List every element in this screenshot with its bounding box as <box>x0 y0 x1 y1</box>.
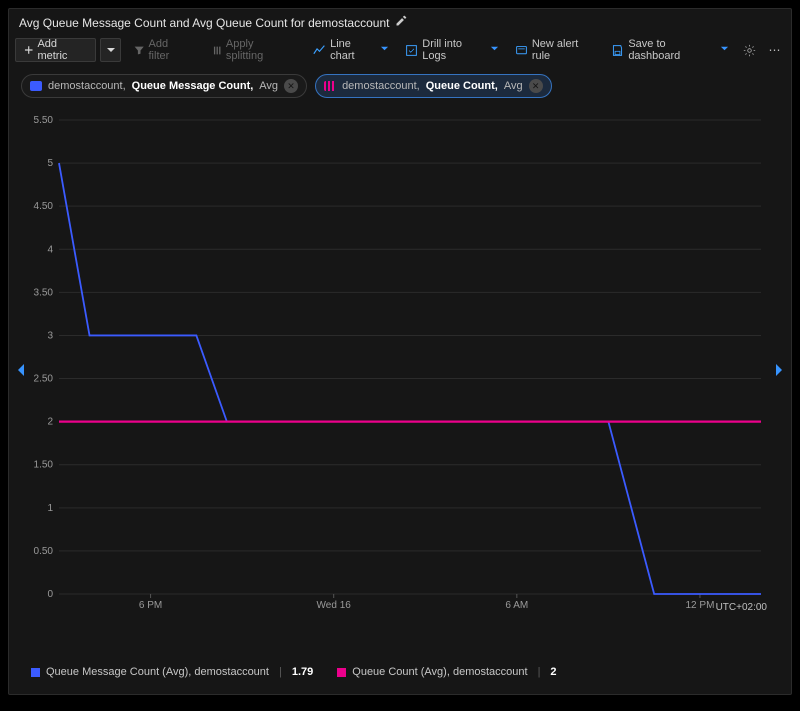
legend-item[interactable]: Queue Message Count (Avg), demostaccount… <box>31 666 313 678</box>
new-alert-button[interactable]: New alert rule <box>509 38 601 62</box>
metric-pill[interactable]: demostaccount, Queue Message Count, Avg ✕ <box>21 74 307 98</box>
timezone-label: UTC+02:00 <box>716 602 767 613</box>
panel-title-row: Avg Queue Message Count and Avg Queue Co… <box>9 9 791 34</box>
svg-text:0.50: 0.50 <box>34 546 54 557</box>
series-color-swatch-icon <box>30 81 42 91</box>
svg-text:4.50: 4.50 <box>34 201 54 212</box>
metrics-toolbar: Add metric Add filter Apply splitting Li… <box>9 34 791 66</box>
pill-metric-label: Queue Count, <box>426 80 498 92</box>
legend-value: 1.79 <box>292 666 313 678</box>
remove-pill-icon[interactable]: ✕ <box>529 79 543 93</box>
svg-text:5: 5 <box>47 158 53 169</box>
add-metric-label: Add metric <box>37 38 87 62</box>
save-dashboard-button[interactable]: Save to dashboard <box>605 38 735 62</box>
legend-item[interactable]: Queue Count (Avg), demostaccount|2 <box>337 666 556 678</box>
svg-text:1.50: 1.50 <box>34 460 54 471</box>
drill-logs-button[interactable]: Drill into Logs <box>399 38 505 62</box>
svg-text:2: 2 <box>47 417 53 428</box>
pill-account-label: demostaccount, <box>342 80 420 92</box>
pill-account-label: demostaccount, <box>48 80 126 92</box>
legend-swatch-icon <box>31 668 40 677</box>
series-color-swatch-icon <box>324 81 336 91</box>
add-filter-button[interactable]: Add filter <box>125 38 198 62</box>
svg-text:3.50: 3.50 <box>34 287 54 298</box>
legend-label: Queue Count (Avg), demostaccount <box>352 666 527 678</box>
pill-agg-label: Avg <box>259 80 278 92</box>
add-metric-dropdown[interactable] <box>100 38 121 62</box>
chart-type-label: Line chart <box>330 38 374 62</box>
svg-text:0: 0 <box>47 589 53 600</box>
chevron-down-icon <box>380 44 389 56</box>
apply-splitting-button[interactable]: Apply splitting <box>203 38 300 62</box>
settings-icon[interactable] <box>739 38 760 62</box>
chevron-down-icon <box>490 44 499 56</box>
save-dashboard-label: Save to dashboard <box>628 38 714 62</box>
panel-title: Avg Queue Message Count and Avg Queue Co… <box>19 16 389 30</box>
metric-pill[interactable]: demostaccount, Queue Count, Avg ✕ <box>315 74 552 98</box>
legend-label: Queue Message Count (Avg), demostaccount <box>46 666 269 678</box>
legend-swatch-icon <box>337 668 346 677</box>
metric-pills: demostaccount, Queue Message Count, Avg ✕… <box>9 66 791 106</box>
pill-metric-label: Queue Message Count, <box>132 80 254 92</box>
metrics-panel: Avg Queue Message Count and Avg Queue Co… <box>8 8 792 695</box>
new-alert-label: New alert rule <box>532 38 595 62</box>
chart-type-button[interactable]: Line chart <box>307 38 395 62</box>
apply-splitting-label: Apply splitting <box>226 38 290 62</box>
pill-agg-label: Avg <box>504 80 523 92</box>
remove-pill-icon[interactable]: ✕ <box>284 79 298 93</box>
svg-text:4: 4 <box>47 244 53 255</box>
svg-text:5.50: 5.50 <box>34 115 54 126</box>
edit-title-icon[interactable] <box>395 15 407 30</box>
scroll-left-button[interactable] <box>13 358 29 382</box>
chevron-down-icon <box>720 44 729 56</box>
legend-value: 2 <box>550 666 556 678</box>
line-chart[interactable]: 0 0.50 1 1.50 2 2.50 3 3.50 4 4.50 5 5.50 6 PM Wed 1… <box>31 110 771 620</box>
svg-text:1: 1 <box>47 503 53 514</box>
svg-text:6 PM: 6 PM <box>139 600 162 611</box>
chart-legend: Queue Message Count (Avg), demostaccount… <box>31 666 557 678</box>
more-icon[interactable]: ⋯ <box>764 38 785 62</box>
scroll-right-button[interactable] <box>771 358 787 382</box>
add-filter-label: Add filter <box>149 38 190 62</box>
add-metric-button[interactable]: Add metric <box>15 38 96 62</box>
svg-text:6 AM: 6 AM <box>505 600 528 611</box>
svg-text:12 PM: 12 PM <box>686 600 715 611</box>
chart-area: 0 0.50 1 1.50 2 2.50 3 3.50 4 4.50 5 5.50 6 PM Wed 1… <box>9 106 791 694</box>
svg-text:2.50: 2.50 <box>34 374 54 385</box>
svg-text:Wed 16: Wed 16 <box>317 600 352 611</box>
drill-logs-label: Drill into Logs <box>422 38 484 62</box>
svg-text:3: 3 <box>47 330 53 341</box>
